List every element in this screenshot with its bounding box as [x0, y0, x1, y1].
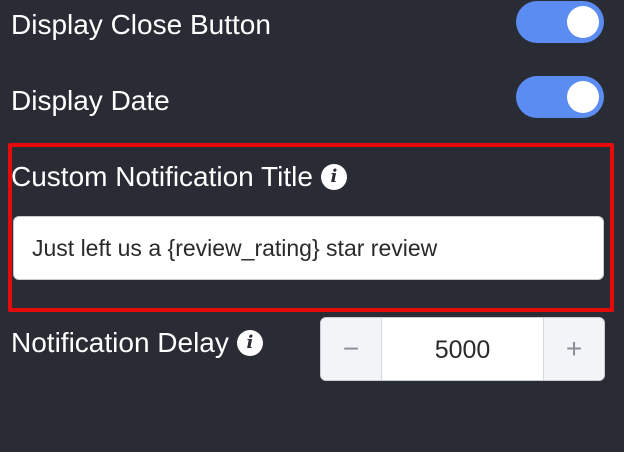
notification-delay-label: Notification Delay [11, 327, 229, 358]
info-icon[interactable]: i [320, 163, 347, 190]
minus-icon[interactable]: − [321, 318, 382, 380]
close-button-toggle[interactable] [516, 1, 604, 43]
notification-delay-value[interactable]: 5000 [382, 318, 543, 380]
display-date-label: Display Date [11, 85, 170, 116]
toggle-knob [567, 6, 599, 38]
toggle-knob [567, 81, 599, 113]
notification-title-input[interactable] [13, 216, 604, 280]
display-date-toggle[interactable] [516, 76, 604, 118]
close-button-label: Display Close Button [11, 9, 271, 40]
notification-delay-label-row: Notification Delay i [11, 326, 263, 360]
notification-delay-stepper: − 5000 + [320, 317, 605, 381]
settings-panel: Display Close Button Display Date Custom… [0, 0, 624, 452]
notification-title-label-row: Custom Notification Title i [11, 160, 347, 194]
notification-title-label: Custom Notification Title [11, 161, 313, 192]
plus-icon[interactable]: + [543, 318, 604, 380]
info-icon[interactable]: i [236, 329, 263, 356]
